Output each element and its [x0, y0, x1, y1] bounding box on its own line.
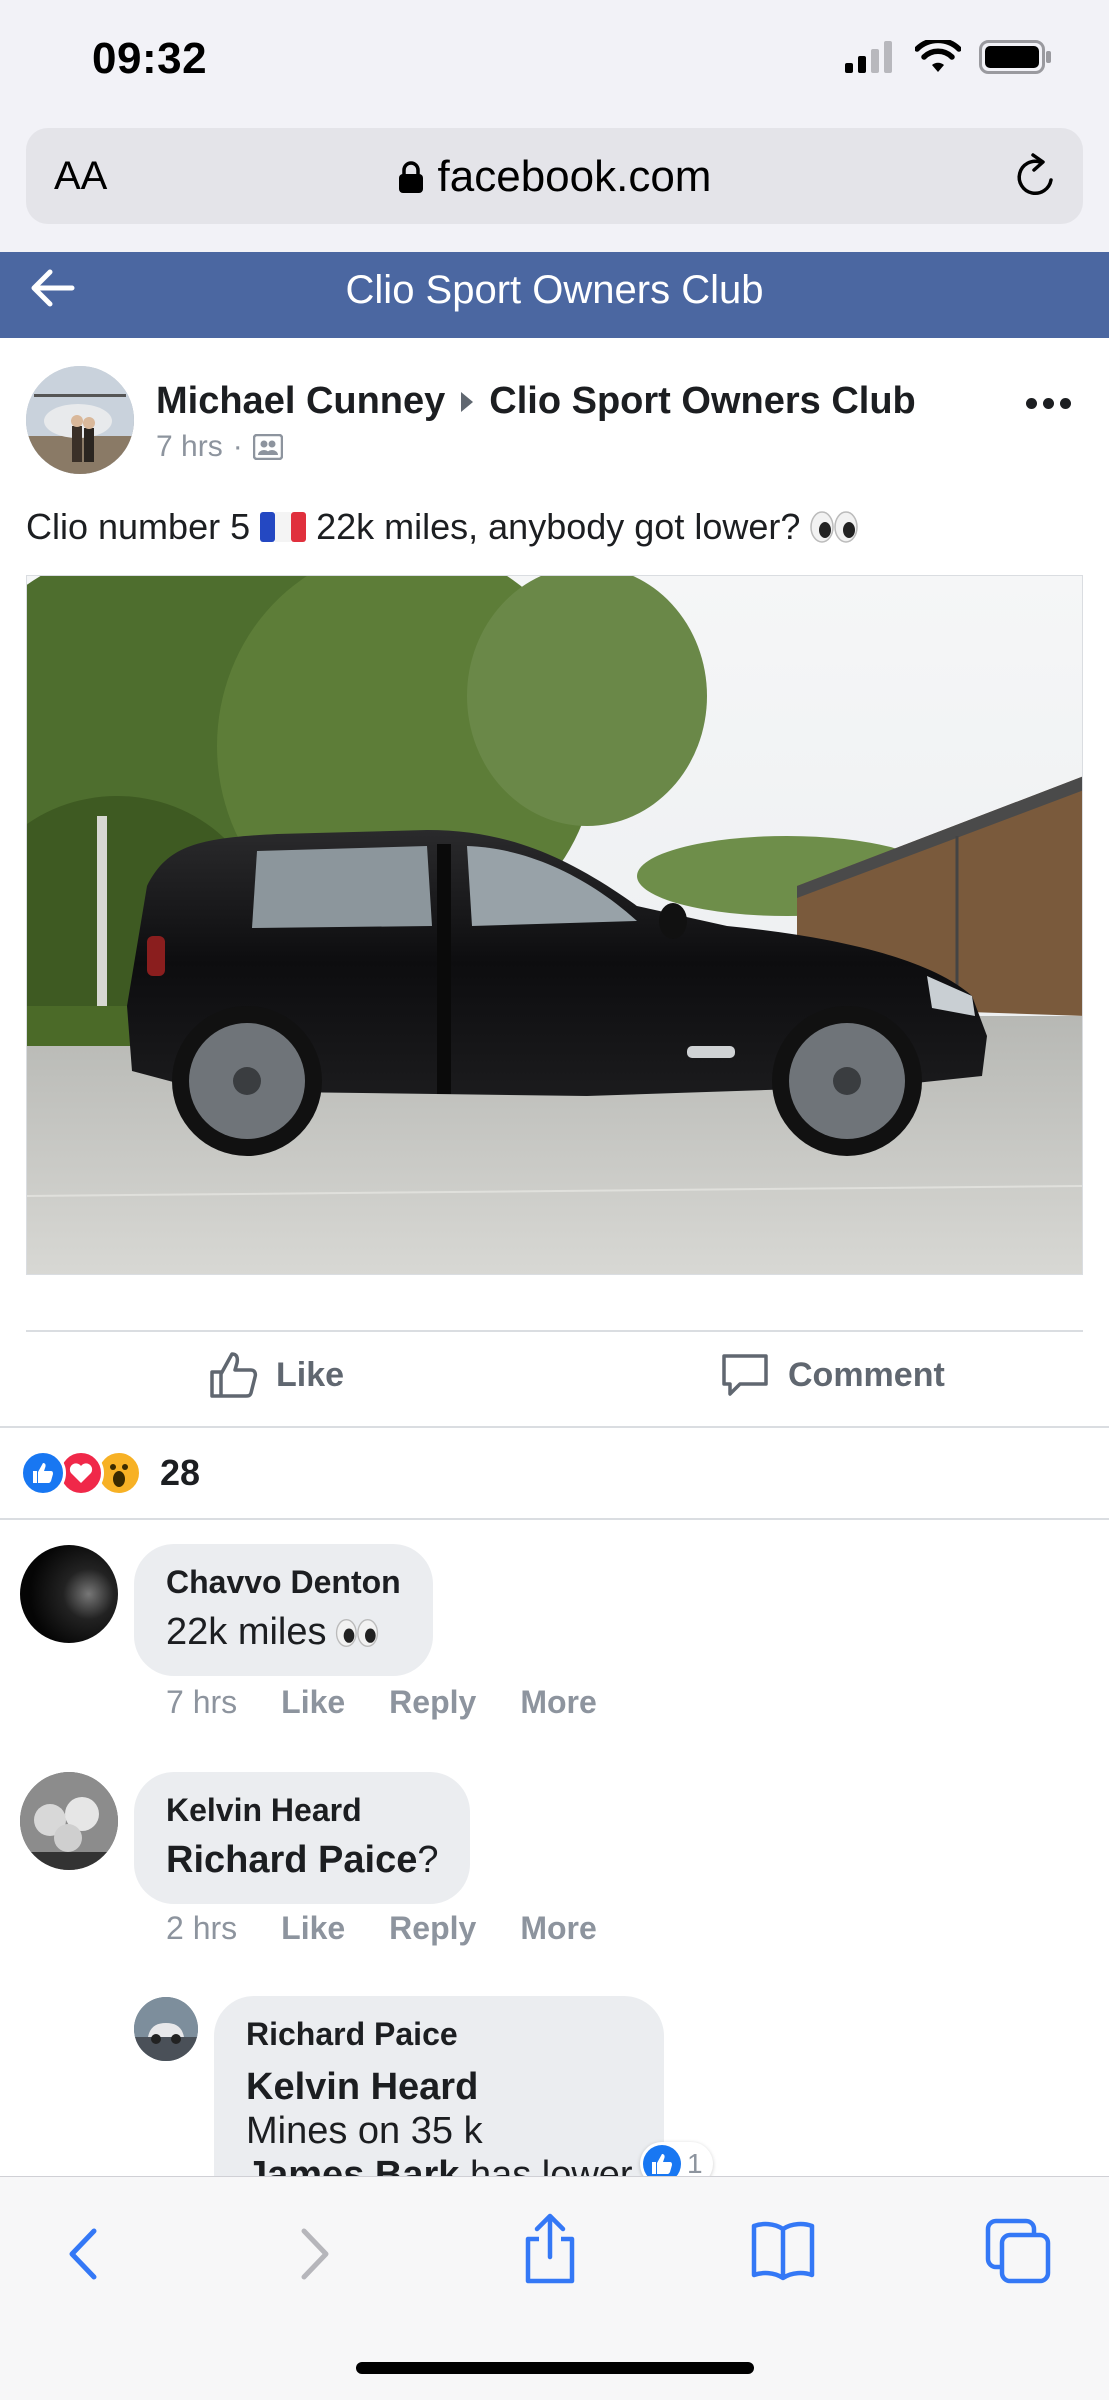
comment-time[interactable]: 7 hrs	[166, 1684, 237, 1721]
comment-bubble-icon	[722, 1354, 768, 1396]
like-label: Like	[276, 1355, 345, 1394]
comment-author[interactable]: Chavvo Denton	[166, 1564, 401, 1601]
comment-like-button[interactable]: Like	[281, 1910, 345, 1947]
post-text-part2: 22k miles, anybody got lower?	[316, 506, 801, 547]
like-button[interactable]: Like	[208, 1350, 344, 1400]
group-header: Clio Sport Owners Club	[0, 252, 1109, 338]
comment-bubble: Kelvin Heard Richard Paice?	[134, 1772, 471, 1904]
black-car-photo	[27, 576, 1082, 1274]
comment-author[interactable]: Kelvin Heard	[166, 1792, 438, 1829]
comment-mention[interactable]: Richard Paice	[166, 1839, 417, 1881]
post-text-part1: Clio number 5	[26, 506, 251, 547]
comment-more-button[interactable]: More	[520, 1684, 596, 1721]
post-author-line: Michael Cunney Clio Sport Owners Club	[156, 380, 916, 423]
reply-bubble: Richard Paice Kelvin Heard Mines on 35 k…	[214, 1996, 664, 2196]
commenter-avatar[interactable]	[20, 1545, 118, 1643]
back-icon[interactable]	[60, 2219, 108, 2289]
url-text: facebook.com	[437, 152, 712, 201]
group-members-privacy-icon	[252, 434, 283, 460]
comment-like-button[interactable]: Like	[281, 1684, 345, 1721]
commenter-avatar[interactable]	[20, 1772, 118, 1870]
caret-right-icon	[461, 391, 474, 412]
reply-text-line2: Mines on 35 k	[246, 2110, 483, 2152]
reactions-summary[interactable]: 28	[20, 1450, 200, 1496]
tabs-icon[interactable]	[984, 2217, 1054, 2287]
post-author-name[interactable]: Michael Cunney	[156, 380, 445, 423]
post-photo[interactable]	[26, 575, 1083, 1275]
browser-chrome: AA facebook.com	[0, 120, 1109, 252]
status-time: 09:32	[92, 34, 208, 83]
meta-separator: ·	[232, 430, 243, 463]
share-icon[interactable]	[520, 2211, 580, 2287]
status-bar: 09:32	[0, 0, 1109, 120]
reply-mention[interactable]: Kelvin Heard	[246, 2066, 478, 2108]
reply-author-avatar[interactable]	[134, 1997, 198, 2061]
thumbs-up-icon	[210, 1352, 258, 1398]
comment-more-button[interactable]: More	[520, 1910, 596, 1947]
battery-icon	[979, 40, 1051, 74]
car-avatar-icon	[134, 1997, 198, 2061]
home-indicator	[356, 2362, 754, 2374]
comment-button[interactable]: Comment	[720, 1350, 945, 1400]
comment-time[interactable]: 2 hrs	[166, 1910, 237, 1947]
post-time[interactable]: 7 hrs	[156, 430, 223, 464]
group-title[interactable]: Clio Sport Owners Club	[0, 268, 1109, 313]
post-text: Clio number 5 22k miles, anybody got low…	[26, 506, 859, 548]
comment-actions: 2 hrs Like Reply More	[166, 1910, 597, 1947]
comment-suffix: ?	[417, 1839, 439, 1881]
wifi-icon	[915, 40, 961, 72]
bookmarks-icon[interactable]	[750, 2217, 816, 2283]
comment-text: 22k miles	[166, 1611, 401, 1654]
reply-author[interactable]: Richard Paice	[246, 2016, 632, 2053]
reactions-divider	[0, 1518, 1109, 1520]
comment-bubble: Chavvo Denton 22k miles	[134, 1544, 433, 1676]
post-divider	[26, 1330, 1083, 1332]
lock-icon	[398, 161, 423, 193]
helicopter-photo-icon	[26, 366, 134, 474]
url-display[interactable]: facebook.com	[26, 152, 1083, 202]
reaction-count: 28	[160, 1452, 201, 1493]
reload-icon[interactable]	[1011, 150, 1061, 202]
like-reaction-icon	[20, 1450, 66, 1496]
group-selfie-icon	[20, 1772, 118, 1870]
france-flag-icon	[260, 512, 307, 542]
comment-reply-button[interactable]: Reply	[389, 1684, 476, 1721]
eyes-emoji-icon	[810, 511, 859, 543]
status-icons	[845, 40, 1053, 74]
actions-divider	[0, 1426, 1109, 1428]
comment-actions: 7 hrs Like Reply More	[166, 1684, 597, 1721]
comment-text: Richard Paice?	[166, 1839, 438, 1882]
forward-icon[interactable]	[290, 2219, 338, 2289]
post-group-name[interactable]: Clio Sport Owners Club	[489, 380, 915, 423]
post-meta: 7 hrs ·	[156, 430, 283, 464]
cellular-signal-icon	[845, 41, 892, 73]
comment-reply-button[interactable]: Reply	[389, 1910, 476, 1947]
comment-label: Comment	[788, 1355, 945, 1394]
comment-text-value: 22k miles	[166, 1611, 327, 1653]
author-avatar[interactable]	[26, 366, 134, 474]
address-bar[interactable]: AA facebook.com	[26, 128, 1083, 224]
eyes-emoji-icon	[335, 1618, 378, 1647]
post-options-icon[interactable]	[1026, 398, 1071, 409]
